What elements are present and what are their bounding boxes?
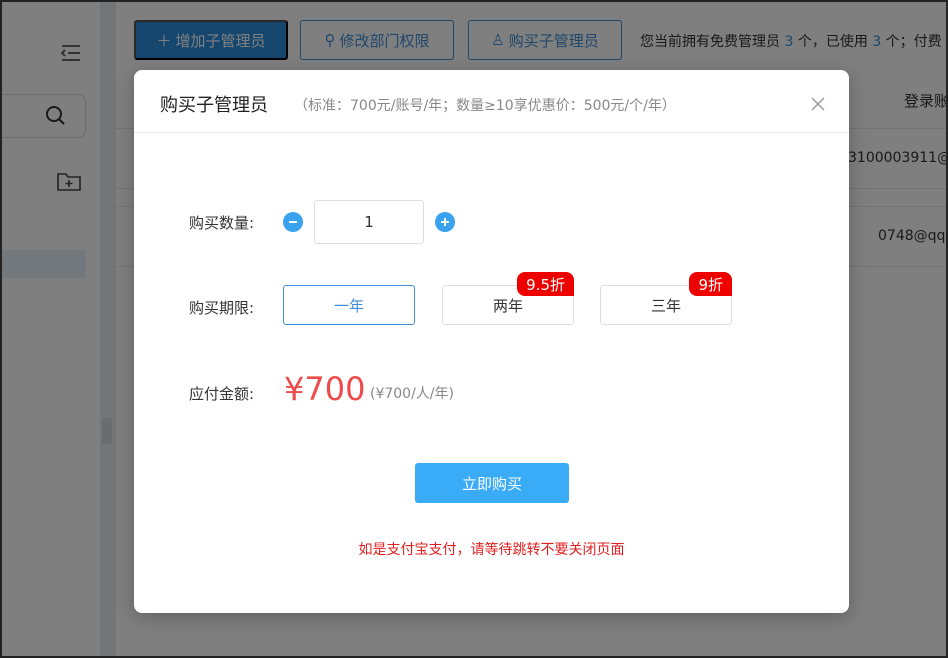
- alipay-notice: 如是支付宝支付，请等待跳转不要关闭页面: [358, 542, 625, 558]
- buy-now-button[interactable]: 立即购买: [415, 463, 569, 503]
- minus-icon: [289, 221, 297, 223]
- period-label: 购买期限:: [189, 299, 255, 317]
- decrease-quantity-button[interactable]: [283, 212, 303, 232]
- buy-sub-admin-dialog: 购买子管理员 （标准：700元/账号/年；数量≥10享优惠价：500元/个/年）…: [134, 70, 849, 613]
- dialog-title: 购买子管理员: [160, 95, 268, 116]
- unit-price: (¥700/人/年): [370, 386, 454, 402]
- plus-icon: [441, 218, 449, 226]
- period-option-2-years[interactable]: 两年 9.5折: [442, 272, 574, 325]
- app-window: ＋ 增加子管理员 ⚲ 修改部门权限 ♙ 购买子管理员 您当前拥有免费管理员 3 …: [0, 0, 948, 658]
- total-price: ¥700: [284, 370, 366, 408]
- dialog-header: 购买子管理员 （标准：700元/账号/年；数量≥10享优惠价：500元/个/年）: [134, 70, 849, 133]
- pricing-note: （标准：700元/账号/年；数量≥10享优惠价：500元/个/年）: [294, 98, 676, 114]
- period-option-3-years[interactable]: 三年 9折: [600, 272, 732, 325]
- amount-label: 应付金额:: [189, 385, 255, 403]
- increase-quantity-button[interactable]: [435, 212, 455, 232]
- quantity-input[interactable]: [314, 200, 424, 244]
- period-option-1-year[interactable]: 一年: [283, 285, 415, 325]
- quantity-label: 购买数量:: [189, 214, 255, 232]
- close-icon[interactable]: [811, 96, 825, 111]
- discount-badge: 9折: [689, 272, 732, 296]
- discount-badge: 9.5折: [517, 272, 574, 296]
